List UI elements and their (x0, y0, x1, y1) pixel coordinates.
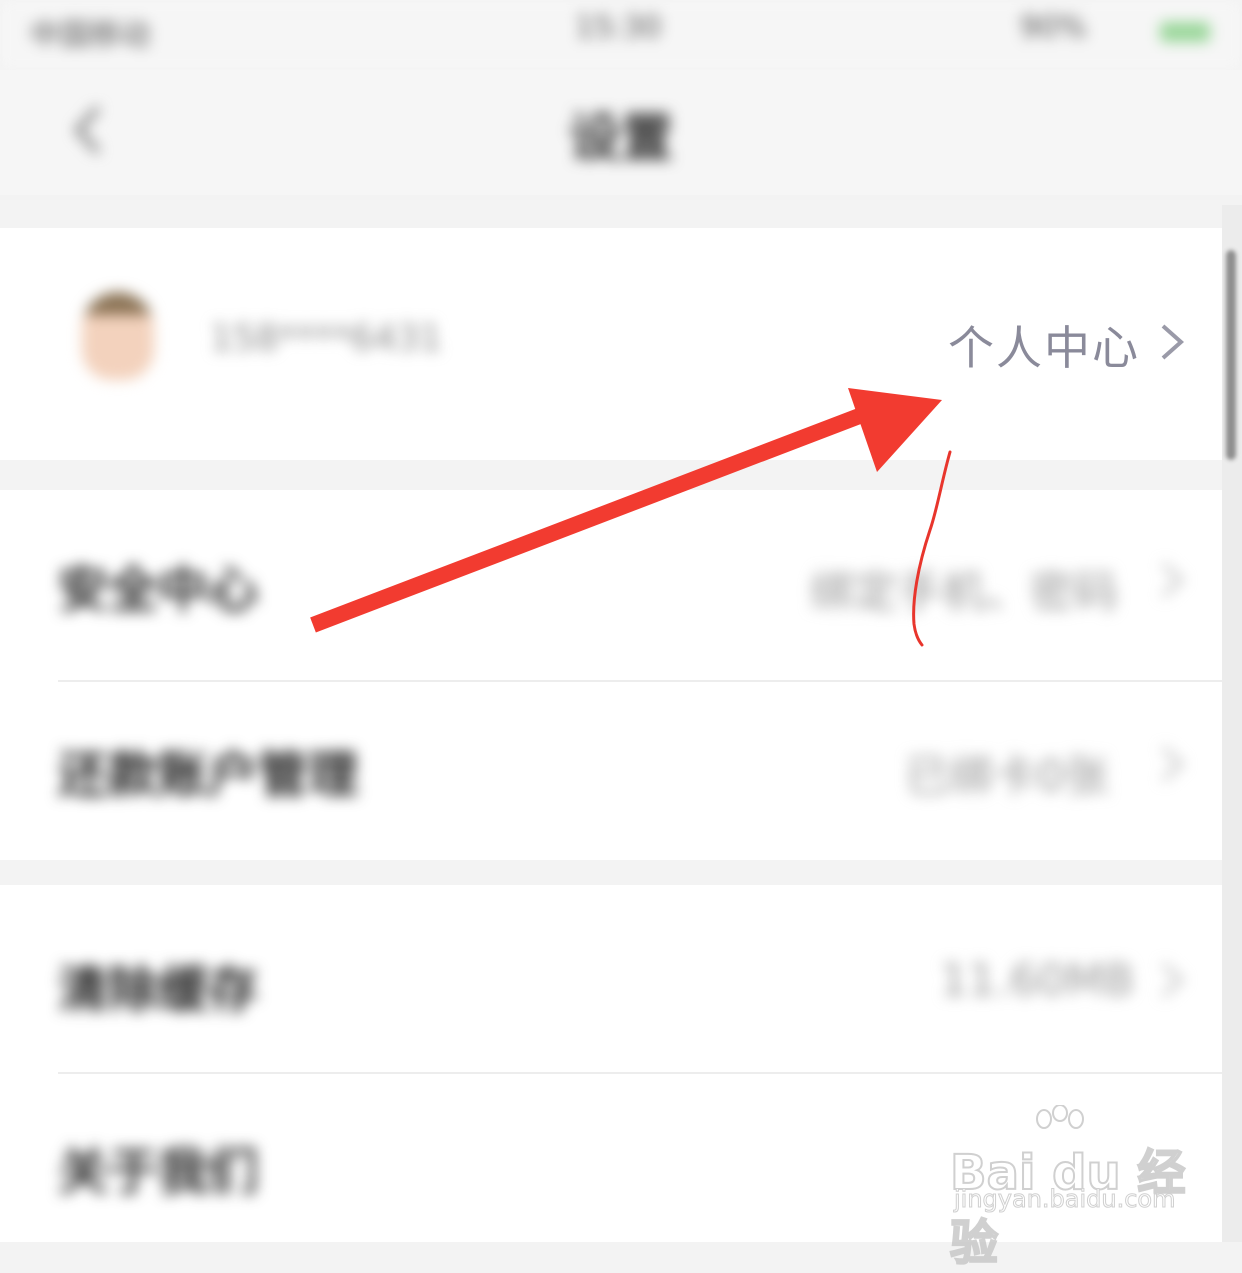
clear-cache-value: 11.60MB (940, 955, 1135, 1006)
scrollbar-thumb[interactable] (1226, 250, 1236, 460)
chevron-right-icon[interactable] (1155, 958, 1189, 1002)
avatar (82, 292, 154, 380)
clock: 15:30 (575, 10, 662, 45)
divider (58, 1072, 1222, 1074)
page-title: 设置 (568, 109, 673, 169)
watermark-url: jingyan.baidu.com (953, 1185, 1176, 1214)
chevron-right-icon[interactable] (1155, 320, 1189, 364)
nav-bar: 设置 (0, 70, 1242, 195)
status-bar: 中国移动 15:30 90% (0, 0, 1242, 70)
repayment-account-label[interactable]: 还款账户管理 (58, 735, 358, 807)
security-center-value: 绑定手机、密码 (810, 567, 1118, 618)
clear-cache-label[interactable]: 清除缓存 (58, 950, 258, 1022)
username: 158****6431 (210, 318, 443, 359)
chevron-right-icon[interactable] (1155, 742, 1189, 786)
battery-icon (1160, 22, 1210, 42)
about-us-label[interactable]: 关于我们 (58, 1132, 258, 1204)
baidu-jingyan-watermark: Bai du 经验 jingyan.baidu.com (949, 1105, 1190, 1272)
personal-center-link[interactable]: 个人中心 (948, 312, 1140, 378)
security-center-label[interactable]: 安全中心 (58, 550, 258, 622)
chevron-right-icon[interactable] (1155, 558, 1189, 602)
repayment-account-value: 已绑卡0张 (905, 751, 1109, 802)
carrier-label: 中国移动 (30, 18, 150, 53)
battery-percent: 90% (1020, 10, 1087, 45)
divider (58, 680, 1222, 682)
